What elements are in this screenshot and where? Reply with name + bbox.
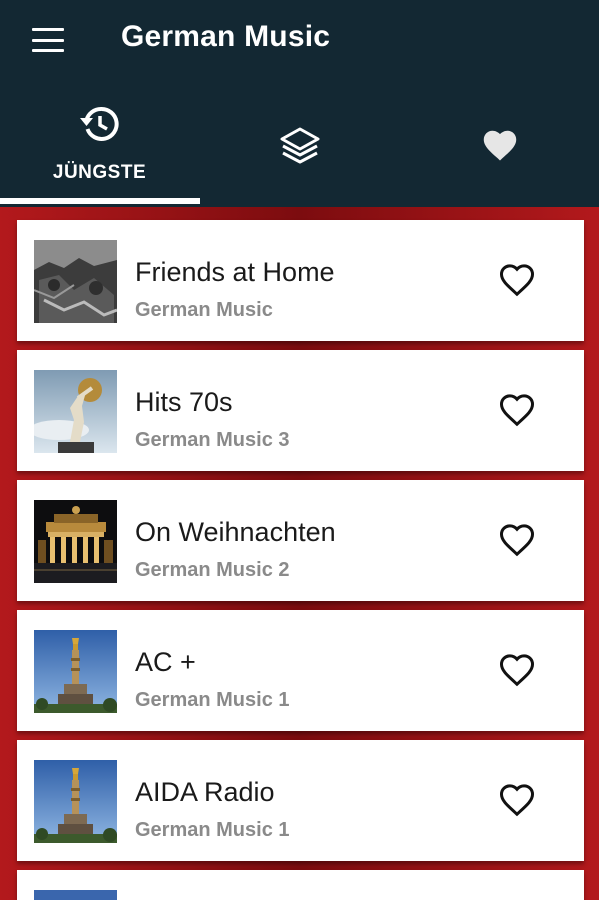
favorite-heart-icon[interactable] [498,262,536,298]
station-title: AC + [135,647,196,677]
station-genre: German Music 1 [135,819,290,841]
station-card[interactable]: On Weihnachten German Music 2 [17,480,584,601]
station-thumbnail [34,890,117,900]
station-card[interactable]: AIDA Radio German Music 1 [17,740,584,861]
favorite-heart-icon[interactable] [498,392,536,428]
station-genre: German Music 3 [135,429,290,451]
active-tab-indicator [0,198,200,204]
favorite-heart-icon[interactable] [498,522,536,558]
app-bar: German Music JÜNGSTE [0,0,599,207]
station-thumbnail [34,500,117,583]
station-genre: German Music 2 [135,559,290,581]
station-card[interactable]: AC + German Music 1 [17,610,584,731]
menu-icon-bar [32,28,64,31]
menu-button[interactable] [28,24,68,56]
menu-icon-bar [32,38,64,42]
station-card[interactable] [17,870,584,900]
station-thumbnail [34,240,117,323]
favorite-heart-icon[interactable] [498,782,536,818]
history-icon [79,106,119,141]
station-thumbnail [34,760,117,843]
heart-icon [483,130,516,161]
station-thumbnail [34,630,117,713]
station-genre: German Music [135,299,273,321]
favorite-heart-icon[interactable] [498,652,536,688]
station-thumbnail [34,370,117,453]
tab-favorites[interactable] [400,90,599,207]
station-card[interactable]: Friends at Home German Music [17,220,584,341]
app-title: German Music [121,20,331,53]
station-card[interactable]: Hits 70s German Music 3 [17,350,584,471]
station-list: Friends at Home German Music Hits 70s Ge… [0,207,599,900]
station-title: Friends at Home [135,257,335,287]
tab-recent-label: JÜNGSTE [52,162,147,183]
station-title: On Weihnachten [135,517,336,547]
menu-icon-bar [32,49,64,52]
station-title: Hits 70s [135,387,233,417]
station-genre: German Music 1 [135,689,290,711]
layers-icon [280,127,319,164]
tab-recent[interactable]: JÜNGSTE [0,90,199,207]
station-title: AIDA Radio [135,777,275,807]
tab-categories[interactable] [200,90,399,207]
